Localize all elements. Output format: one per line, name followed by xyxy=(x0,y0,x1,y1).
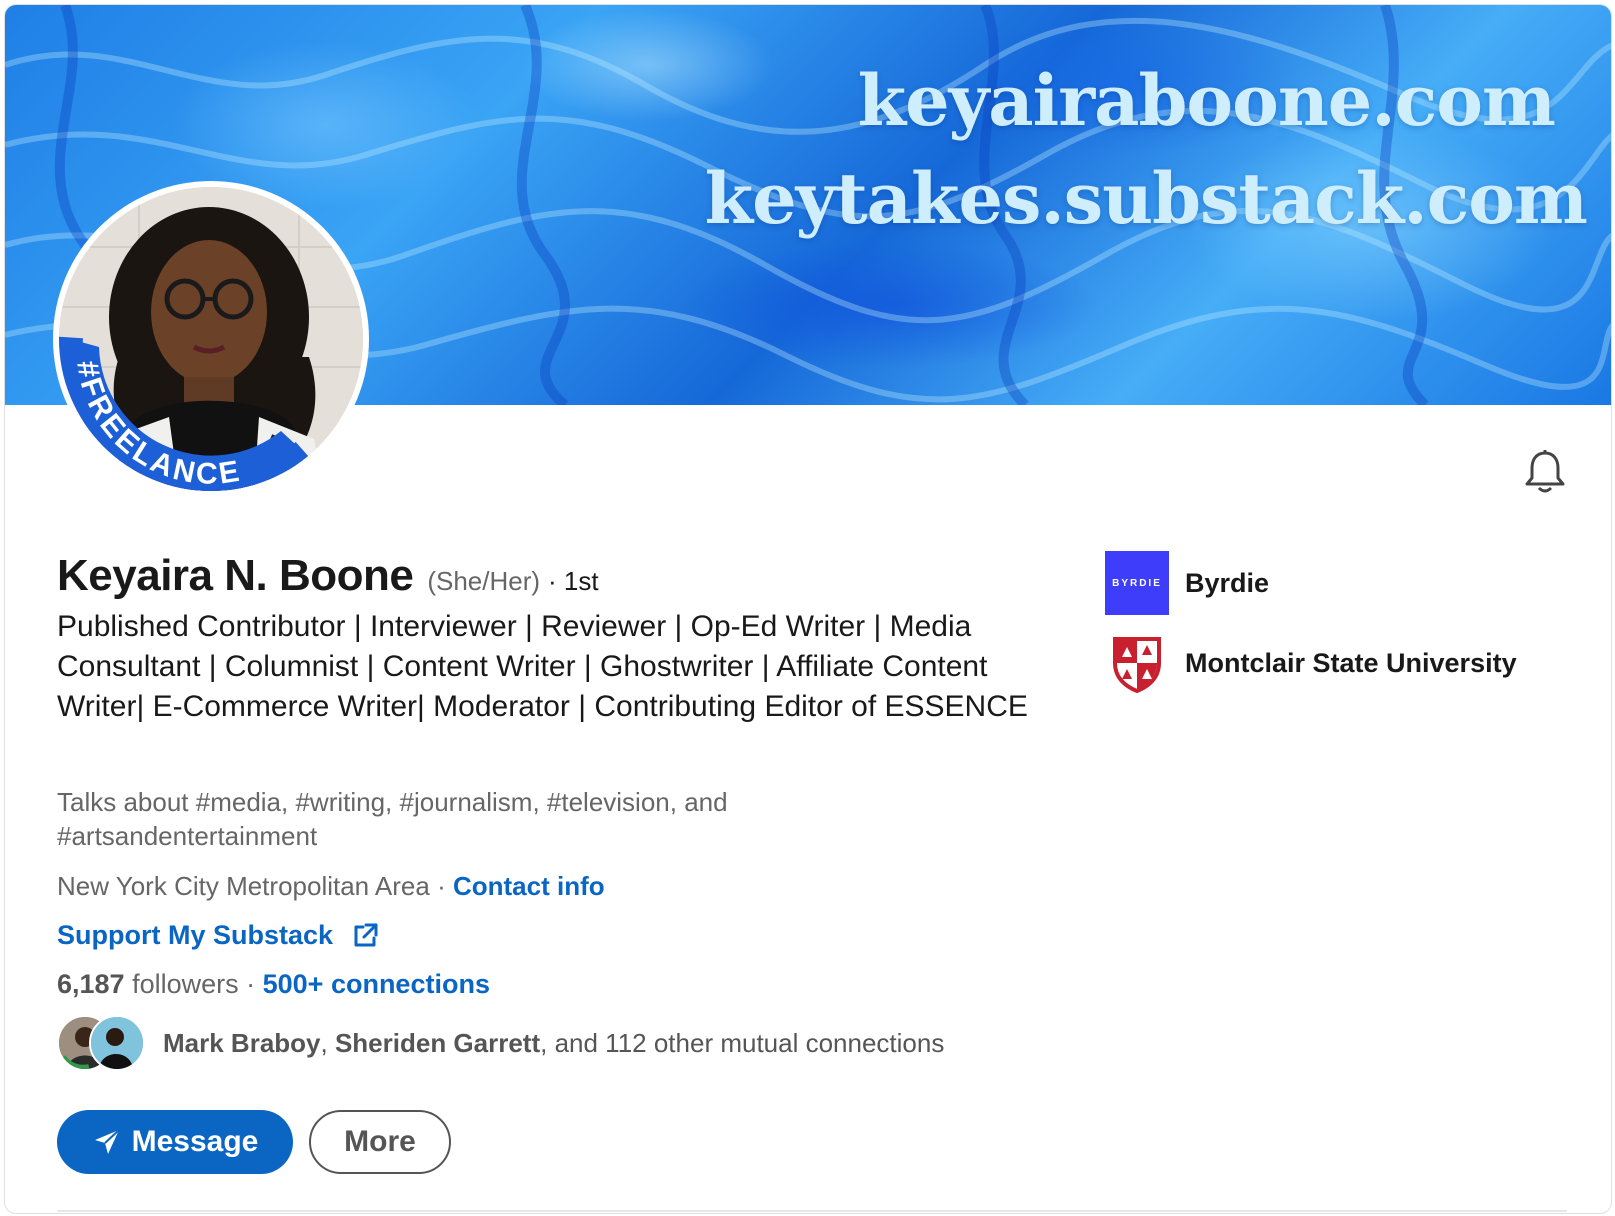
byrdie-logo: BYRDIE xyxy=(1105,551,1169,615)
mutual-avatars xyxy=(57,1015,149,1071)
mutual-separator: , xyxy=(320,1027,335,1058)
mutual-rest: , and 112 other mutual connections xyxy=(540,1027,945,1058)
freelance-badge-text: #FREELANCE xyxy=(70,358,241,491)
education-montclair[interactable]: Montclair State University xyxy=(1105,631,1517,695)
mutual-connections-row[interactable]: Mark Braboy, Sheriden Garrett, and 112 o… xyxy=(57,1015,944,1071)
company-name: Byrdie xyxy=(1185,567,1270,598)
contact-info-link[interactable]: Contact info xyxy=(453,871,605,901)
followers-label: followers xyxy=(124,969,239,999)
followers-count: 6,187 xyxy=(57,969,125,999)
profile-headline: Published Contributor | Interviewer | Re… xyxy=(57,610,1028,723)
freelance-badge-ring: #FREELANCE xyxy=(59,336,323,491)
website-link[interactable]: Support My Substack xyxy=(57,920,379,951)
mutual-name-1: Mark Braboy xyxy=(163,1027,321,1058)
svg-text:#FREELANCE: #FREELANCE xyxy=(70,358,244,491)
banner-website-text: keyairaboone.com xyxy=(857,59,1556,142)
external-link-icon xyxy=(354,923,378,946)
location: New York City Metropolitan Area xyxy=(57,871,430,901)
name-row: Keyaira N. Boone (She/Her) · 1st xyxy=(57,551,599,601)
talks-about: Talks about #media, #writing, #journalis… xyxy=(57,787,728,851)
website-label: Support My Substack xyxy=(57,920,334,950)
connections-link[interactable]: 500+ connections xyxy=(263,969,490,999)
mutual-connections-text: Mark Braboy, Sheriden Garrett, and 112 o… xyxy=(163,1028,944,1059)
bell-icon xyxy=(1525,450,1565,493)
connections-separator: · xyxy=(238,969,263,999)
montclair-shield-logo xyxy=(1105,631,1169,695)
message-button-label: Message xyxy=(131,1125,259,1158)
notification-bell-button[interactable] xyxy=(1523,449,1567,495)
banner-substack-text: keytakes.substack.com xyxy=(704,157,1588,240)
connection-degree: · 1st xyxy=(548,566,599,596)
location-separator: · xyxy=(429,871,453,901)
message-button[interactable]: Message xyxy=(57,1110,293,1174)
more-button[interactable]: More xyxy=(309,1110,451,1174)
more-button-label: More xyxy=(344,1125,416,1158)
mutual-name-2: Sheriden Garrett xyxy=(334,1027,541,1058)
section-divider xyxy=(57,1210,1567,1212)
current-company-byrdie[interactable]: BYRDIE Byrdie xyxy=(1105,551,1269,615)
location-row: New York City Metropolitan Area · Contac… xyxy=(57,871,605,902)
avatar xyxy=(89,1015,145,1071)
profile-name: Keyaira N. Boone xyxy=(57,551,414,600)
school-name: Montclair State University xyxy=(1185,647,1517,678)
avatar: #FREELANCE xyxy=(59,187,363,491)
profile-card: keyairaboone.com keytakes.substack.com #… xyxy=(4,4,1612,1214)
byrdie-logo-text: BYRDIE xyxy=(1112,577,1162,589)
pronouns: (She/Her) xyxy=(427,566,541,596)
send-icon xyxy=(94,1129,120,1154)
followers-row: 6,187 followers · 500+ connections xyxy=(57,969,490,1000)
profile-photo[interactable]: #FREELANCE xyxy=(53,181,369,497)
